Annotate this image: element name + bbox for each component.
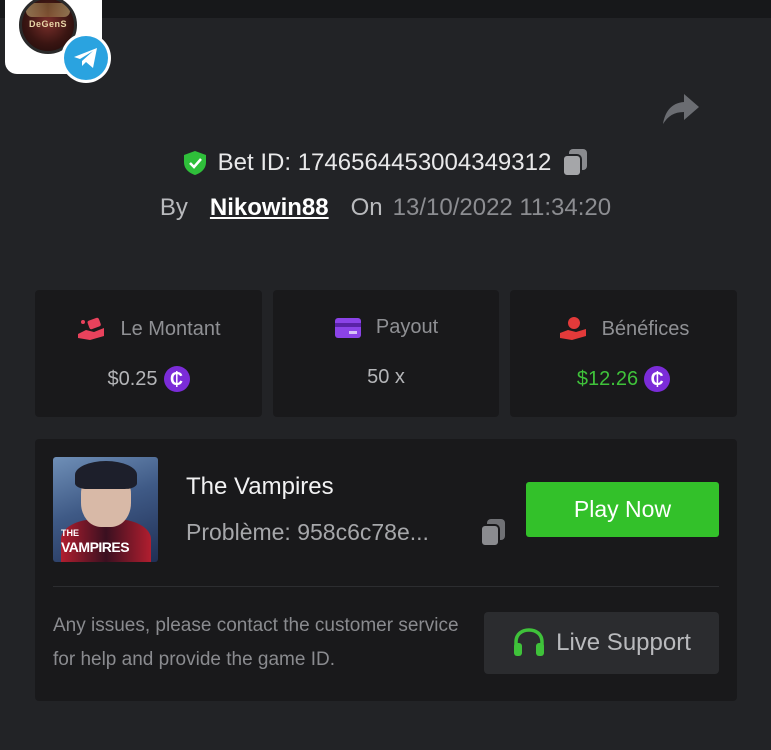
bet-id-row: Bet ID: 1746564453004349312: [0, 146, 771, 180]
telegram-badge[interactable]: [61, 33, 111, 83]
game-thumbnail[interactable]: THE VAMPIRES: [53, 457, 158, 562]
stat-card-profit: Bénéfices $12.26 ₵: [510, 290, 737, 417]
bet-datetime: 13/10/2022 11:34:20: [392, 194, 612, 221]
coin-icon: ₵: [163, 366, 190, 392]
game-panel: THE VAMPIRES The Vampires Problème: 958c…: [35, 439, 737, 701]
game-title: The Vampires: [186, 473, 334, 500]
headset-icon: [514, 628, 545, 656]
stat-value: 50 x: [367, 366, 405, 388]
username-link[interactable]: Nikowin88: [210, 194, 329, 222]
bet-meta-row: By Nikowin88 On 13/10/2022 11:34:20: [0, 192, 771, 224]
support-help-text: Any issues, please contact the customer …: [53, 615, 459, 670]
top-bar: [0, 0, 771, 18]
stat-value: $0.25: [107, 367, 158, 390]
stat-value: $12.26: [576, 367, 639, 390]
shield-check-icon: [183, 151, 206, 175]
card-icon: [334, 317, 361, 338]
stat-label: Le Montant: [120, 317, 221, 340]
profit-hand-icon: [559, 317, 586, 340]
game-issue-id: Problème: 958c6c78e...: [186, 519, 429, 545]
play-now-button[interactable]: Play Now: [526, 482, 719, 537]
stat-card-payout: Payout 50 x: [273, 290, 499, 417]
by-label: By: [159, 194, 188, 221]
on-label: On: [350, 194, 383, 221]
stat-label: Bénéfices: [601, 317, 690, 340]
thumbnail-text-line1: THE: [61, 528, 79, 538]
bet-id: Bet ID: 1746564453004349312: [217, 149, 552, 176]
logo-text: DeGenS: [28, 19, 67, 29]
share-icon[interactable]: [662, 92, 700, 126]
copy-icon[interactable]: [561, 148, 589, 178]
live-support-button[interactable]: Live Support: [484, 612, 719, 674]
thumbnail-text-line2: VAMPIRES: [61, 539, 130, 555]
live-support-label: Live Support: [556, 629, 691, 656]
stat-card-amount: Le Montant $0.25 ₵: [35, 290, 262, 417]
telegram-icon: [74, 48, 97, 68]
copy-icon[interactable]: [479, 518, 507, 548]
stat-label: Payout: [375, 316, 439, 338]
divider: [53, 586, 719, 587]
money-hand-icon: [78, 317, 105, 340]
coin-icon: ₵: [644, 366, 671, 392]
